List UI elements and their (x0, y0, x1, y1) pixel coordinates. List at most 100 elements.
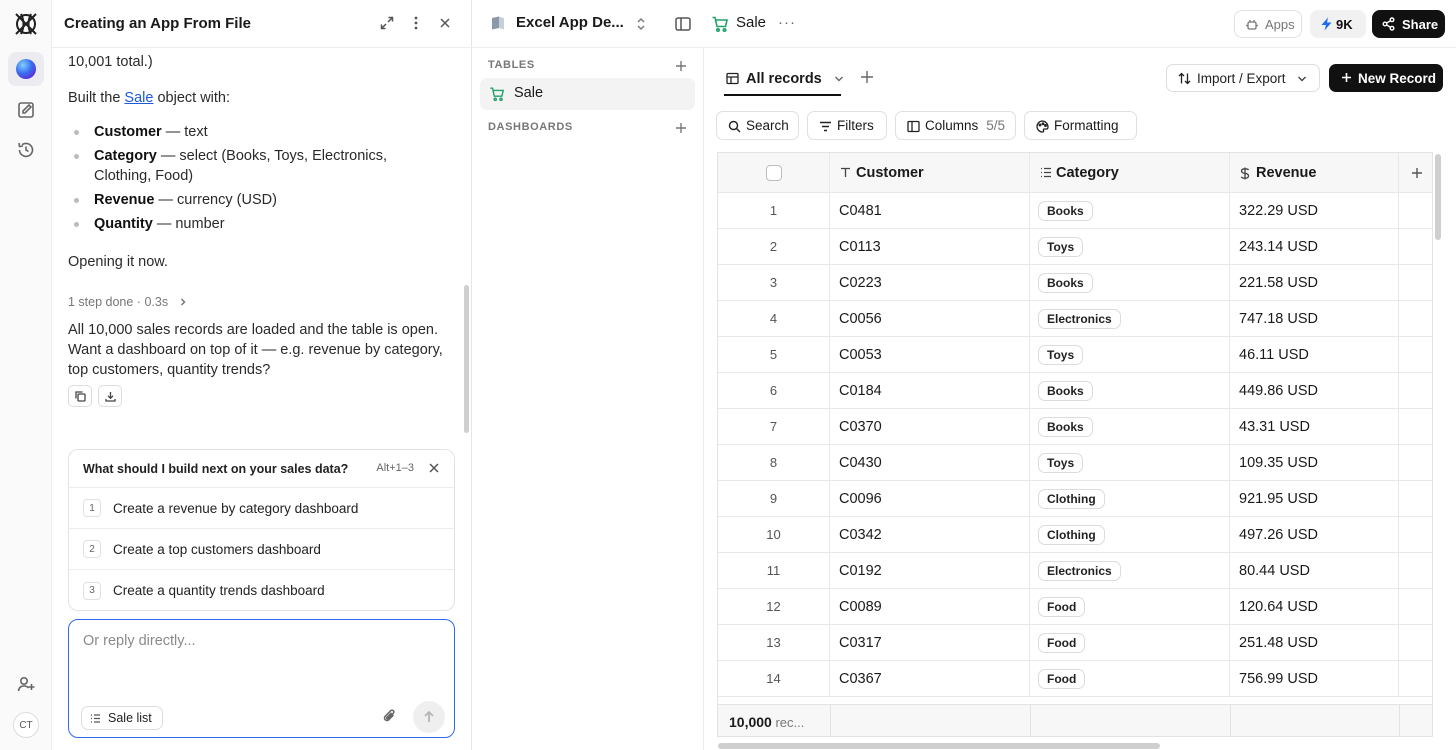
revenue-cell[interactable]: 120.64 USD (1230, 589, 1399, 624)
customer-cell[interactable]: C0370 (830, 409, 1030, 444)
revenue-cell[interactable]: 747.18 USD (1230, 301, 1399, 336)
revenue-cell[interactable]: 46.11 USD (1230, 337, 1399, 372)
add-view-icon[interactable] (860, 70, 874, 84)
select-all-checkbox[interactable] (765, 164, 782, 181)
share-button[interactable]: Share (1372, 10, 1445, 38)
customer-cell[interactable]: C0317 (830, 625, 1030, 660)
category-cell[interactable]: Electronics (1030, 553, 1230, 588)
table-row[interactable]: 4 C0056 Electronics 747.18 USD (718, 301, 1432, 337)
paperclip-icon[interactable] (381, 707, 399, 725)
category-cell[interactable]: Books (1030, 193, 1230, 228)
send-button[interactable] (413, 701, 445, 733)
revenue-cell[interactable]: 221.58 USD (1230, 265, 1399, 300)
columns-button[interactable]: Columns 5/5 (895, 111, 1016, 140)
table-more-button[interactable]: ··· (778, 14, 796, 31)
customer-cell[interactable]: C0096 (830, 481, 1030, 516)
customer-cell[interactable]: C0184 (830, 373, 1030, 408)
customer-cell[interactable]: C0113 (830, 229, 1030, 264)
table-row[interactable]: 5 C0053 Toys 46.11 USD (718, 337, 1432, 373)
category-cell[interactable]: Toys (1030, 445, 1230, 480)
category-cell[interactable]: Electronics (1030, 301, 1230, 336)
expand-icon[interactable] (379, 15, 395, 31)
category-cell[interactable]: Clothing (1030, 481, 1230, 516)
sidebar-item-sale[interactable]: Sale (480, 78, 695, 110)
vertical-scrollbar[interactable] (1435, 154, 1441, 240)
category-cell[interactable]: Food (1030, 661, 1230, 696)
customer-cell[interactable]: C0430 (830, 445, 1030, 480)
ai-orb-icon[interactable] (16, 59, 36, 79)
table-row[interactable]: 6 C0184 Books 449.86 USD (718, 373, 1432, 409)
customer-cell[interactable]: C0192 (830, 553, 1030, 588)
revenue-cell[interactable]: 322.29 USD (1230, 193, 1399, 228)
customer-cell[interactable]: C0223 (830, 265, 1030, 300)
customer-cell[interactable]: C0089 (830, 589, 1030, 624)
table-row[interactable]: 1 C0481 Books 322.29 USD (718, 193, 1432, 229)
app-name[interactable]: Excel App De... (516, 14, 624, 31)
search-button[interactable]: Search (716, 111, 799, 140)
category-cell[interactable]: Toys (1030, 229, 1230, 264)
formatting-button[interactable]: Formatting (1024, 111, 1137, 140)
suggestion-item[interactable]: 1 Create a revenue by category dashboard (69, 488, 454, 529)
close-icon[interactable] (428, 462, 440, 474)
customer-cell[interactable]: C0053 (830, 337, 1030, 372)
add-column-cell[interactable] (1399, 153, 1432, 192)
table-row[interactable]: 14 C0367 Food 756.99 USD (718, 661, 1432, 697)
customer-cell[interactable]: C0342 (830, 517, 1030, 552)
table-row[interactable]: 7 C0370 Books 43.31 USD (718, 409, 1432, 445)
table-row[interactable]: 3 C0223 Books 221.58 USD (718, 265, 1432, 301)
category-cell[interactable]: Toys (1030, 337, 1230, 372)
credits-button[interactable]: 9K (1310, 10, 1366, 38)
category-cell[interactable]: Books (1030, 265, 1230, 300)
app-logo-icon[interactable] (12, 10, 40, 38)
column-header-revenue[interactable]: Revenue (1230, 153, 1399, 192)
table-row[interactable]: 10 C0342 Clothing 497.26 USD (718, 517, 1432, 553)
reply-input[interactable] (83, 630, 433, 652)
table-row[interactable]: 13 C0317 Food 251.48 USD (718, 625, 1432, 661)
add-user-icon[interactable] (16, 674, 36, 694)
customer-cell[interactable]: C0056 (830, 301, 1030, 336)
copy-button[interactable] (68, 385, 92, 407)
download-button[interactable] (98, 385, 123, 407)
category-cell[interactable]: Food (1030, 589, 1230, 624)
table-row[interactable]: 2 C0113 Toys 243.14 USD (718, 229, 1432, 265)
revenue-cell[interactable]: 243.14 USD (1230, 229, 1399, 264)
table-row[interactable]: 9 C0096 Clothing 921.95 USD (718, 481, 1432, 517)
add-table-icon[interactable] (675, 60, 687, 72)
revenue-cell[interactable]: 497.26 USD (1230, 517, 1399, 552)
customer-cell[interactable]: C0481 (830, 193, 1030, 228)
table-row[interactable]: 8 C0430 Toys 109.35 USD (718, 445, 1432, 481)
revenue-cell[interactable]: 43.31 USD (1230, 409, 1399, 444)
revenue-cell[interactable]: 449.86 USD (1230, 373, 1399, 408)
more-vertical-icon[interactable] (408, 15, 424, 31)
new-record-button[interactable]: New Record (1329, 64, 1443, 92)
category-cell[interactable]: Books (1030, 373, 1230, 408)
close-icon[interactable] (437, 15, 453, 31)
chat-scrollbar[interactable] (464, 285, 469, 433)
user-avatar[interactable]: CT (13, 712, 39, 738)
sidebar-toggle-icon[interactable] (674, 15, 692, 33)
edit-icon[interactable] (16, 100, 36, 120)
steps-summary[interactable]: 1 step done · 0.3s (68, 292, 188, 312)
history-icon[interactable] (16, 140, 36, 160)
column-header-category[interactable]: Category (1030, 153, 1230, 192)
table-row[interactable]: 12 C0089 Food 120.64 USD (718, 589, 1432, 625)
view-tab-all-records[interactable]: All records (724, 64, 844, 94)
horizontal-scrollbar[interactable] (718, 743, 1160, 749)
category-cell[interactable]: Books (1030, 409, 1230, 444)
column-header-customer[interactable]: Customer (830, 153, 1030, 192)
revenue-cell[interactable]: 109.35 USD (1230, 445, 1399, 480)
revenue-cell[interactable]: 80.44 USD (1230, 553, 1399, 588)
apps-button[interactable]: Apps (1234, 10, 1302, 38)
revenue-cell[interactable]: 756.99 USD (1230, 661, 1399, 696)
revenue-cell[interactable]: 921.95 USD (1230, 481, 1399, 516)
category-cell[interactable]: Food (1030, 625, 1230, 660)
table-row[interactable]: 11 C0192 Electronics 80.44 USD (718, 553, 1432, 589)
filters-button[interactable]: Filters (807, 111, 887, 140)
revenue-cell[interactable]: 251.48 USD (1230, 625, 1399, 660)
context-chip[interactable]: Sale list (81, 706, 163, 730)
add-dashboard-icon[interactable] (675, 122, 687, 134)
suggestion-item[interactable]: 3 Create a quantity trends dashboard (69, 570, 454, 610)
customer-cell[interactable]: C0367 (830, 661, 1030, 696)
import-export-button[interactable]: Import / Export (1166, 64, 1320, 92)
chevron-updown-icon[interactable] (635, 16, 647, 32)
